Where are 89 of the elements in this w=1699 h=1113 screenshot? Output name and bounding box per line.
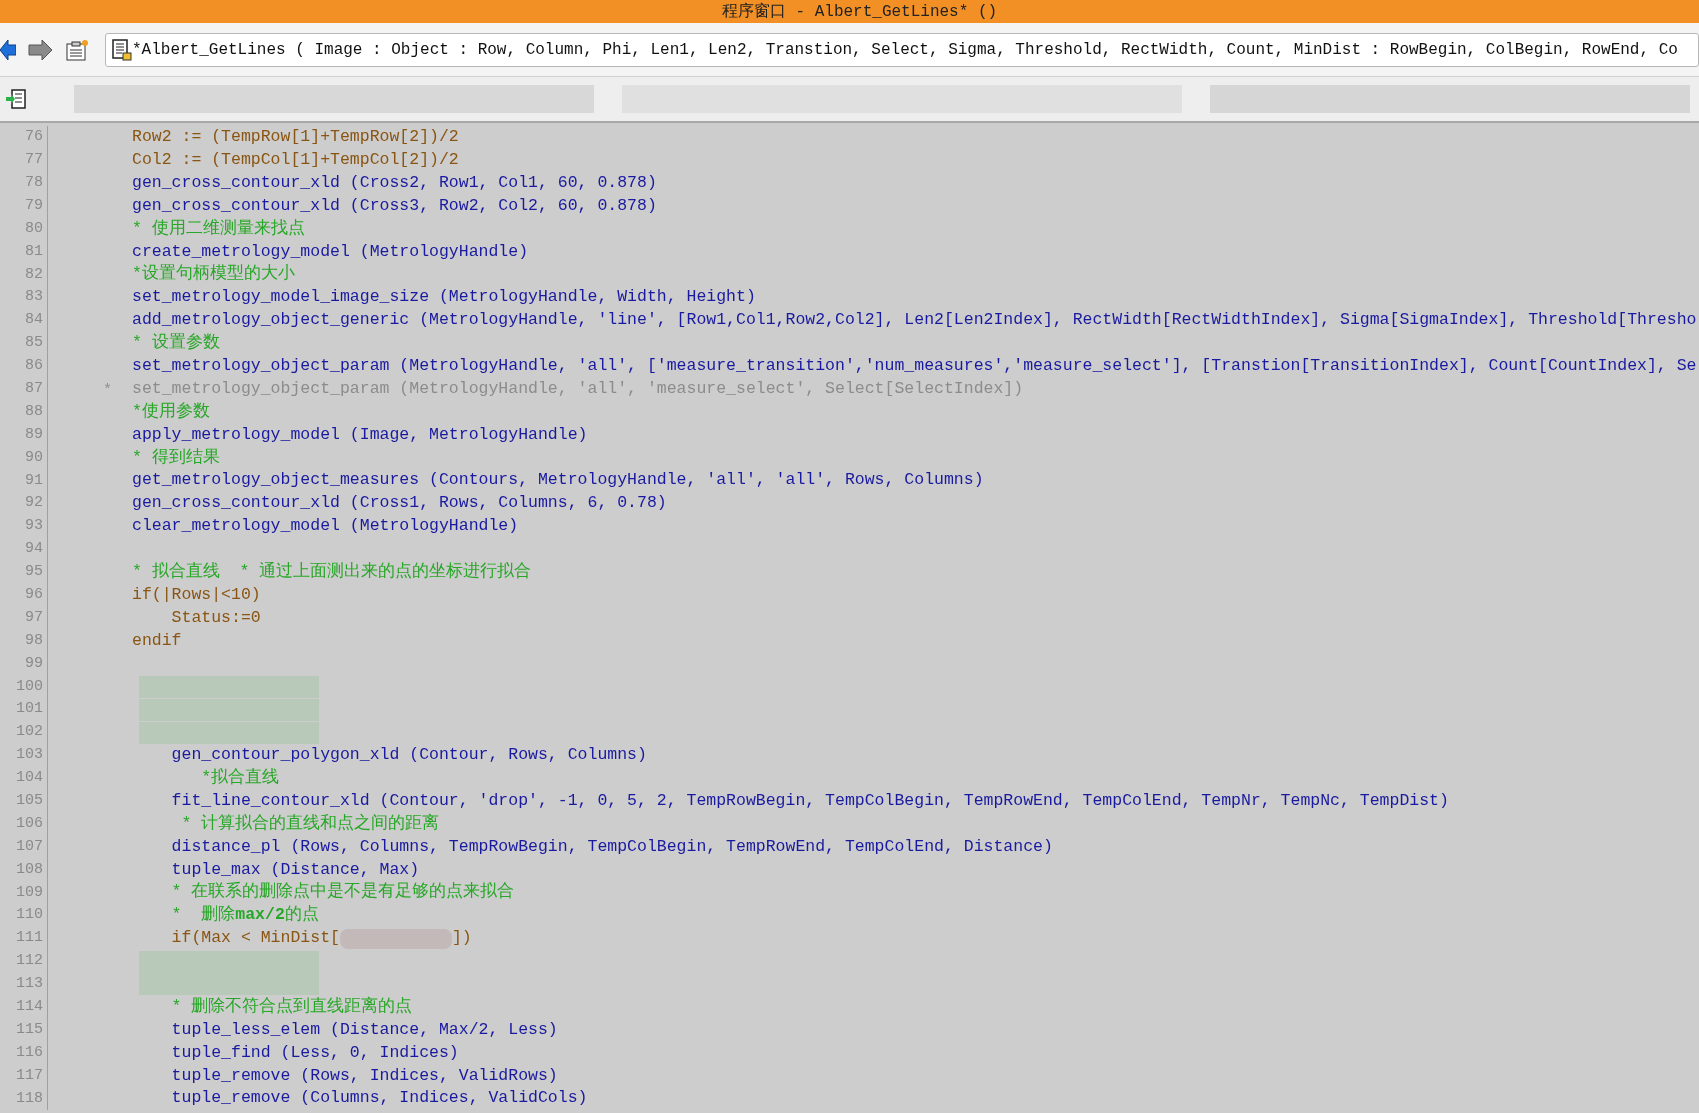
code-line: tuple_remove (Columns, Indices, ValidCols) <box>170 1087 588 1110</box>
line-number: 84 <box>25 310 43 331</box>
line-number: 103 <box>16 745 43 766</box>
code-comment: * 在联系的删除点中是不是有足够的点来拟合 <box>170 880 515 904</box>
code-line: tuple_less_elem (Distance, Max/2, Less) <box>170 1018 558 1041</box>
line-number: 111 <box>16 928 43 949</box>
code-line: ]) <box>451 927 472 950</box>
clipboard-icon[interactable] <box>65 38 89 61</box>
line-number: 92 <box>25 493 43 514</box>
code-comment: *设置句柄模型的大小 <box>132 263 295 286</box>
code-comment: * 拟合直线 * 通过上面测出来的点的坐标进行拟合 <box>132 561 532 583</box>
code-line: tuple_find (Less, 0, Indices) <box>170 1041 459 1064</box>
line-number: 109 <box>16 882 43 903</box>
code-line: set_metrology_model_image_size (MetrologyHandle, Width, Height) <box>132 286 756 309</box>
window-title: 程序窗口 - Albert_GetLines* () <box>720 1 998 23</box>
line-number: 100 <box>16 676 43 697</box>
forward-arrow-icon[interactable] <box>28 38 52 61</box>
line-number: 85 <box>25 333 43 354</box>
line-number: 94 <box>25 539 43 560</box>
line-number: 106 <box>16 813 43 834</box>
code-line: set_metrology_object_param (MetrologyHandle, 'all', ['measure_transition','num_measures','measure_select'], [Transtion[TransitionIndex], Count[CountIndex], Se <box>132 355 1697 377</box>
line-number: 112 <box>16 951 43 972</box>
procedure-signature: *Albert_GetLines ( Image : Object : Row, Column, Phi, Len1, Len2, Transtion, Select, Sigma, Threshold, RectWidth, Count, MinDist : RowBegin, ColBegin, RowEnd, Co <box>132 39 1678 61</box>
back-arrow-icon[interactable] <box>0 38 16 61</box>
code-line: distance_pl (Rows, Columns, TempRowBegin, TempColBegin, TempRowEnd, TempColEnd, Distance) <box>170 835 1053 858</box>
code-line: gen_cross_contour_xld (Cross2, Row1, Col1, 60, 0.878) <box>132 171 657 194</box>
line-number: 86 <box>25 356 43 377</box>
code-line: add_metrology_object_generic (MetrologyHandle, 'line', [Row1,Col1,Row2,Col2], Len2[Len2Index], RectWidth[RectWidthIndex], Sigma[SigmaIndex], Threshold[Thresho <box>132 309 1697 332</box>
line-number: 76 <box>25 127 43 148</box>
line-number: 117 <box>16 1065 43 1086</box>
code-comment: * 使用二维测量来找点 <box>132 217 305 240</box>
line-number: 98 <box>25 630 43 651</box>
line-number: 102 <box>16 722 43 743</box>
code-line: gen_cross_contour_xld (Cross1, Rows, Columns, 6, 0.78) <box>132 492 667 515</box>
line-number: 81 <box>25 241 43 262</box>
code-line: if(Max < MinDist[ <box>170 927 340 950</box>
code-line: get_metrology_object_measures (Contours, MetrologyHandle, 'all', 'all', Rows, Columns) <box>132 469 984 492</box>
code-line: gen_contour_polygon_xld (Contour, Rows, Columns) <box>170 744 647 767</box>
line-number: 78 <box>25 172 43 193</box>
line-number: 108 <box>16 859 43 880</box>
breakpoint-marker: * <box>103 381 112 399</box>
code-line: Status:=0 <box>170 606 261 629</box>
line-number: 89 <box>25 424 43 445</box>
disabled-code-line: set_metrology_object_param (MetrologyHandle, 'all', 'measure_select', Select[SelectIndex]) <box>132 377 1024 400</box>
line-number: 110 <box>16 905 43 926</box>
line-number: 116 <box>16 1042 43 1063</box>
code-line: Col2 := (TempCol[1]+TempCol[2])/2 <box>132 148 459 171</box>
line-number: 83 <box>25 287 43 308</box>
line-number: 99 <box>25 653 43 674</box>
code-line: clear_metrology_model (MetrologyHandle) <box>132 515 519 538</box>
line-number: 96 <box>25 585 43 605</box>
code-line: endif <box>132 629 182 652</box>
line-number: 95 <box>25 562 43 583</box>
code-line: Row2 := (TempRow[1]+TempRow[2])/2 <box>132 126 459 149</box>
code-comment: *使用参数 <box>132 400 210 423</box>
line-number: 80 <box>25 218 43 239</box>
line-number: 113 <box>16 974 43 995</box>
line-number: 77 <box>25 150 43 171</box>
line-number: 91 <box>25 470 43 491</box>
line-number: 82 <box>25 264 43 285</box>
line-number: 107 <box>16 836 43 857</box>
procedure-field[interactable]: *Albert_GetLines ( Image : Object : Row, Column, Phi, Len1, Len2, Transtion, Select, Sigma, Threshold, RectWidth, Count, MinDist : RowBegin, ColBegin, RowEnd, Co <box>105 32 1699 67</box>
insert-line-icon[interactable] <box>6 89 26 109</box>
code-comment: *拟合直线 <box>200 767 280 789</box>
procedure-icon <box>112 38 132 61</box>
code-line: if(|Rows|<10) <box>132 583 261 606</box>
code-line: gen_cross_contour_xld (Cross3, Row2, Col2, 60, 0.878) <box>132 194 657 217</box>
line-number: 90 <box>25 447 43 468</box>
line-number: 101 <box>16 699 43 720</box>
line-number: 79 <box>25 195 43 216</box>
code-line: apply_metrology_model (Image, MetrologyHandle) <box>132 423 588 446</box>
line-number: 97 <box>25 607 43 628</box>
code-line: tuple_max (Distance, Max) <box>170 858 420 881</box>
code-comment: * 设置参数 <box>132 332 220 355</box>
code-comment: * 删除不符合点到直线距离的点 <box>170 995 413 1018</box>
line-number: 105 <box>16 791 43 811</box>
code-line: fit_line_contour_xld (Contour, 'drop', -1, 0, 5, 2, TempRowBegin, TempColBegin, TempRowEnd, TempColEnd, TempNr, TempNc, TempDist) <box>170 789 1449 812</box>
code-comment: * 删除max/2的点 <box>170 904 319 927</box>
line-number: 115 <box>16 1019 43 1040</box>
line-number: 114 <box>16 997 43 1018</box>
code-comment: * 计算拟合的直线和点之间的距离 <box>180 812 440 835</box>
line-number: 104 <box>16 768 43 789</box>
line-number: 93 <box>25 516 43 537</box>
line-number: 88 <box>25 401 43 422</box>
line-number: 87 <box>25 379 43 399</box>
code-line: create_metrology_model (MetrologyHandle) <box>132 240 529 263</box>
line-number: 118 <box>16 1088 43 1109</box>
code-comment: * 得到结果 <box>132 446 220 469</box>
code-line: tuple_remove (Rows, Indices, ValidRows) <box>170 1064 558 1087</box>
